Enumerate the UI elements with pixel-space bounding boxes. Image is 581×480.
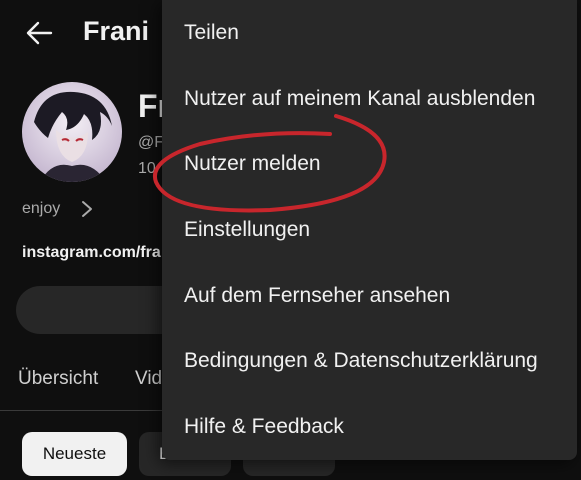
tab-overview[interactable]: Übersicht xyxy=(18,368,98,390)
page-title: Frani xyxy=(83,16,150,46)
overflow-menu: Teilen Nutzer auf meinem Kanal ausblende… xyxy=(162,0,577,460)
channel-stats: 10 xyxy=(138,160,156,177)
chevron-right-icon[interactable] xyxy=(80,199,94,219)
channel-handle: @F xyxy=(138,134,165,151)
channel-avatar[interactable] xyxy=(22,82,122,182)
menu-item-help-feedback[interactable]: Hilfe & Feedback xyxy=(184,407,344,447)
arrow-left-icon[interactable] xyxy=(24,18,54,48)
menu-item-share[interactable]: Teilen xyxy=(184,13,239,53)
filter-chip-newest[interactable]: Neueste xyxy=(22,432,127,476)
menu-item-terms-privacy[interactable]: Bedingungen & Datenschutzerklärung xyxy=(184,341,538,381)
tab-videos[interactable]: Vid xyxy=(135,368,162,390)
avatar-illustration xyxy=(34,91,112,182)
channel-link[interactable]: instagram.com/fra xyxy=(22,244,161,262)
menu-item-report-user[interactable]: Nutzer melden xyxy=(184,144,321,184)
menu-item-hide-user[interactable]: Nutzer auf meinem Kanal ausblenden xyxy=(184,79,535,119)
screen: Frani Fr @F 10 enjoy instagram.com/fra Ü… xyxy=(0,0,581,480)
channel-description[interactable]: enjoy xyxy=(22,200,60,218)
menu-item-settings[interactable]: Einstellungen xyxy=(184,210,310,250)
menu-item-watch-on-tv[interactable]: Auf dem Fernseher ansehen xyxy=(184,276,450,316)
